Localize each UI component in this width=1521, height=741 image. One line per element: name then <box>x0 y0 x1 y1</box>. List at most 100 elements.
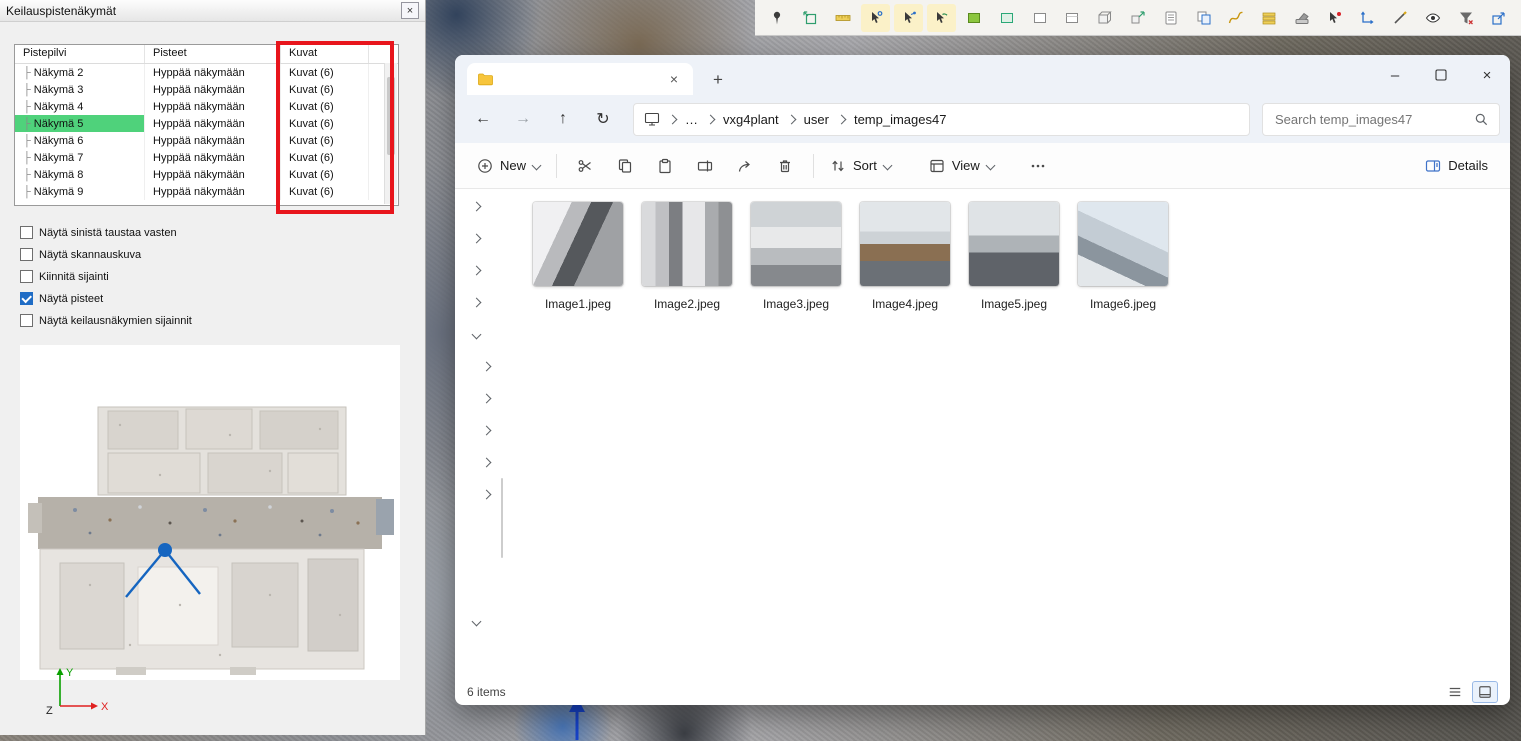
checkbox-show-against-blue[interactable]: Näytä sinistä taustaa vasten <box>20 226 192 239</box>
checkbox-lock-position[interactable]: Kiinnitä sijainti <box>20 270 192 283</box>
tree-expand-chevron-icon[interactable] <box>482 458 492 468</box>
images-count-link[interactable]: Kuvat (6) <box>281 64 369 81</box>
jump-to-view-link[interactable]: Hyppää näkymään <box>145 64 281 81</box>
checkbox-show-points[interactable]: Näytä pisteet <box>20 292 192 305</box>
table-scrollbar[interactable] <box>384 63 397 204</box>
navigation-pane-scrollbar[interactable] <box>501 478 503 558</box>
tree-expand-chevron-icon[interactable] <box>482 490 492 500</box>
file-thumbnail[interactable] <box>533 202 623 286</box>
files-area[interactable]: Image1.jpeg Image2.jpeg Image3.jpeg Imag… <box>503 188 1510 679</box>
file-item[interactable]: Image1.jpeg <box>533 202 623 311</box>
column-header-pisteet[interactable]: Pisteet <box>145 45 281 63</box>
breadcrumb-item-temp-images47[interactable]: temp_images47 <box>854 112 947 127</box>
file-item[interactable]: Image4.jpeg <box>860 202 950 311</box>
select-point-red-icon[interactable] <box>1320 4 1349 32</box>
new-tab-button[interactable]: + <box>713 71 723 88</box>
jump-to-view-link[interactable]: Hyppää näkymään <box>145 166 281 183</box>
column-header-pistepilvi[interactable]: Pistepilvi <box>15 45 145 63</box>
images-count-link[interactable]: Kuvat (6) <box>281 183 369 200</box>
table-row[interactable]: ├Näkymä 7 Hyppää näkymään Kuvat (6) <box>15 149 398 166</box>
copy-views-icon[interactable] <box>1189 4 1218 32</box>
checkbox-show-scan-image[interactable]: Näytä skannauskuva <box>20 248 192 261</box>
table-row[interactable]: ├Näkymä 6 Hyppää näkymään Kuvat (6) <box>15 132 398 149</box>
up-button[interactable]: ↑ <box>545 103 581 135</box>
back-button[interactable]: ← <box>465 103 501 135</box>
probe-angle-icon[interactable] <box>894 4 923 32</box>
explorer-tab[interactable]: × <box>467 63 693 95</box>
table-row[interactable]: ├Näkymä 4 Hyppää näkymään Kuvat (6) <box>15 98 398 115</box>
tree-collapse-chevron-icon[interactable] <box>472 330 482 340</box>
new-button[interactable]: New <box>469 152 548 180</box>
tree-expand-chevron-icon[interactable] <box>472 298 482 308</box>
search-box[interactable] <box>1262 103 1500 136</box>
jump-to-view-link[interactable]: Hyppää näkymään <box>145 183 281 200</box>
rect-white-corner-icon[interactable] <box>1058 4 1087 32</box>
images-count-link[interactable]: Kuvat (6) <box>281 81 369 98</box>
tree-expand-chevron-icon[interactable] <box>482 394 492 404</box>
tree-expand-chevron-icon[interactable] <box>472 202 482 212</box>
images-count-link[interactable]: Kuvat (6) <box>281 149 369 166</box>
breadcrumb-chevron-icon[interactable] <box>837 114 847 124</box>
rect-green-filled-icon[interactable] <box>960 4 989 32</box>
table-row-selected[interactable]: ├Näkymä 5 Hyppää näkymään Kuvat (6) <box>15 115 398 132</box>
minimize-button[interactable]: – <box>1372 55 1418 95</box>
more-options-button[interactable] <box>1018 150 1058 182</box>
spline-curve-icon[interactable] <box>1222 4 1251 32</box>
images-count-link[interactable]: Kuvat (6) <box>281 98 369 115</box>
layers-icon[interactable] <box>1255 4 1284 32</box>
search-input[interactable] <box>1273 111 1474 128</box>
rect-teal-icon[interactable] <box>992 4 1021 32</box>
tree-expand-chevron-icon[interactable] <box>482 362 492 372</box>
details-view-button[interactable] <box>1443 682 1467 702</box>
tree-expand-chevron-icon[interactable] <box>482 426 492 436</box>
file-item[interactable]: Image2.jpeg <box>642 202 732 311</box>
jump-to-view-link[interactable]: Hyppää näkymään <box>145 115 281 132</box>
copy-button[interactable] <box>605 150 645 182</box>
checkbox-box-checked[interactable] <box>20 292 33 305</box>
visibility-eye-icon[interactable] <box>1419 4 1448 32</box>
paste-button[interactable] <box>645 150 685 182</box>
breadcrumb-chevron-icon[interactable] <box>706 114 716 124</box>
file-item[interactable]: Image5.jpeg <box>969 202 1059 311</box>
rect-white-icon[interactable] <box>1025 4 1054 32</box>
sort-button[interactable]: Sort <box>822 152 899 180</box>
attach-icon[interactable] <box>1386 4 1415 32</box>
jump-to-view-link[interactable]: Hyppää näkymään <box>145 98 281 115</box>
cube-export-icon[interactable] <box>1124 4 1153 32</box>
checkbox-box[interactable] <box>20 226 33 239</box>
forward-button[interactable]: → <box>505 103 541 135</box>
jump-to-view-link[interactable]: Hyppää näkymään <box>145 81 281 98</box>
list-document-icon[interactable] <box>1156 4 1185 32</box>
probe-rotate-icon[interactable] <box>927 4 956 32</box>
tree-expand-chevron-icon[interactable] <box>472 266 482 276</box>
checkbox-box[interactable] <box>20 270 33 283</box>
images-count-link[interactable]: Kuvat (6) <box>281 115 369 132</box>
tree-collapse-chevron-icon[interactable] <box>472 617 482 627</box>
eraser-icon[interactable] <box>1288 4 1317 32</box>
tab-close-button[interactable]: × <box>665 71 683 87</box>
pin-icon[interactable] <box>763 4 792 32</box>
delete-button[interactable] <box>765 150 805 182</box>
images-count-link[interactable]: Kuvat (6) <box>281 132 369 149</box>
probe-point-icon[interactable] <box>861 4 890 32</box>
checkbox-box[interactable] <box>20 314 33 327</box>
ruler-icon[interactable] <box>829 4 858 32</box>
filter-clear-icon[interactable] <box>1451 4 1480 32</box>
file-item[interactable]: Image6.jpeg <box>1078 202 1168 311</box>
crop-move-icon[interactable] <box>796 4 825 32</box>
file-item[interactable]: Image3.jpeg <box>751 202 841 311</box>
share-button[interactable] <box>725 150 765 182</box>
column-header-kuvat[interactable]: Kuvat <box>281 45 369 63</box>
breadcrumb-item-user[interactable]: user <box>804 112 829 127</box>
file-thumbnail[interactable] <box>642 202 732 286</box>
export-view-icon[interactable] <box>1484 4 1513 32</box>
search-icon[interactable] <box>1474 112 1489 127</box>
breadcrumb-chevron-icon[interactable] <box>786 114 796 124</box>
file-thumbnail[interactable] <box>969 202 1059 286</box>
rename-button[interactable] <box>685 150 725 182</box>
file-thumbnail[interactable] <box>860 202 950 286</box>
table-row[interactable]: ├Näkymä 8 Hyppää näkymään Kuvat (6) <box>15 166 398 183</box>
table-row[interactable]: ├Näkymä 2 Hyppää näkymään Kuvat (6) <box>15 64 398 81</box>
checkbox-show-scan-view-locations[interactable]: Näytä keilausnäkymien sijainnit <box>20 314 192 327</box>
pointcloud-top-view[interactable] <box>20 345 400 680</box>
